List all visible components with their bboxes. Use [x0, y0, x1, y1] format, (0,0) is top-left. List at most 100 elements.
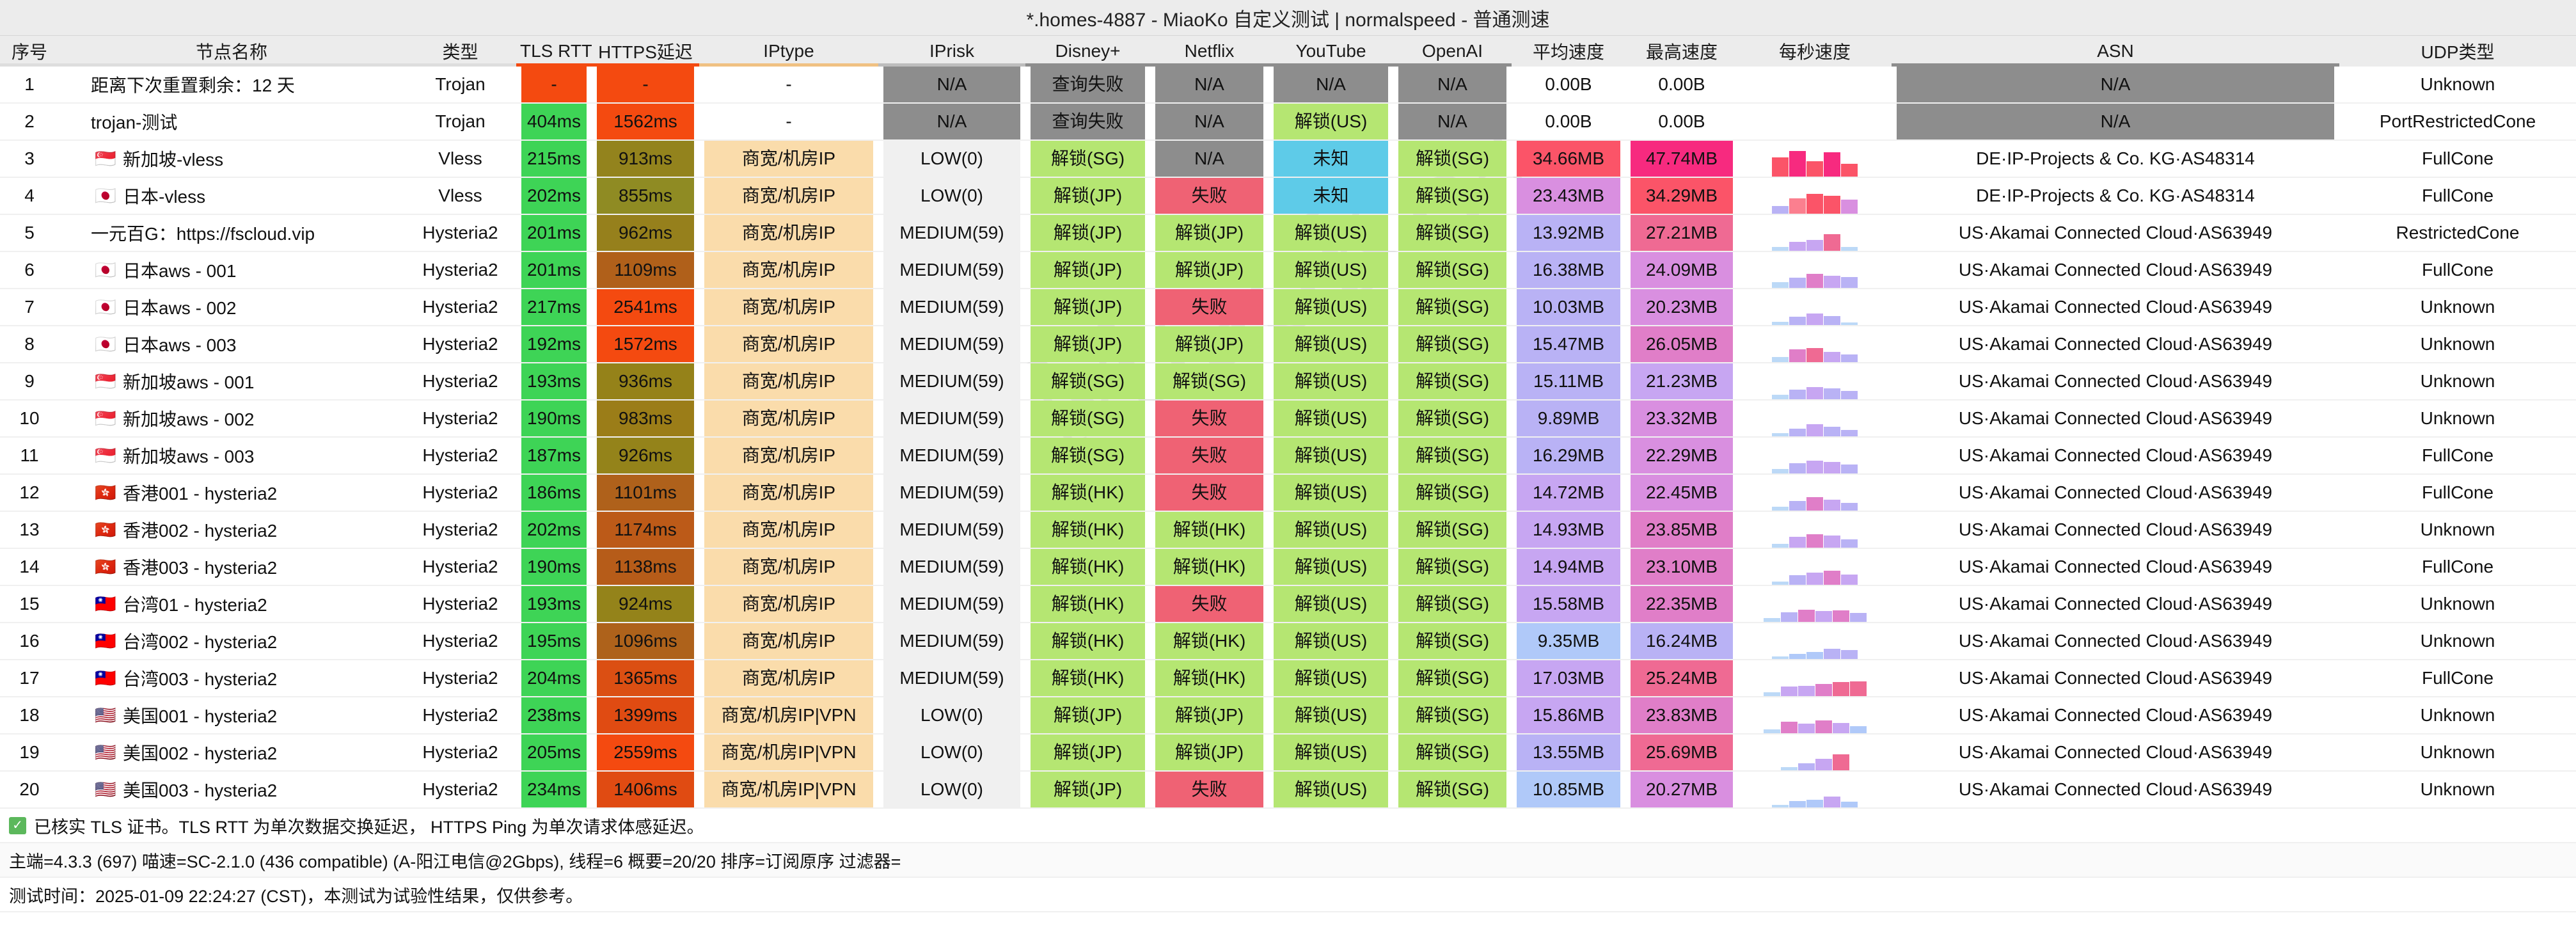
openai-status-cell-value: 解锁(SG): [1398, 326, 1506, 361]
table-row[interactable]: 13 🇭🇰 香港002 - hysteria2 Hysteria2 202ms 1174m…: [0, 511, 2576, 549]
col-header-asn[interactable]: ASN: [1892, 36, 2339, 67]
per-second-speed-sparkline: [1738, 251, 1892, 289]
node-name-label: 台湾002 - hysteria2: [123, 632, 278, 652]
tls-rtt-cell-value: 238ms: [521, 697, 587, 733]
table-row[interactable]: 20 🇺🇸 美国003 - hysteria2 Hysteria2 234ms 1406m…: [0, 771, 2576, 809]
sparkline-chart: [1743, 67, 1886, 102]
sparkline-chart: [1743, 660, 1886, 695]
col-header-name[interactable]: 节点名称: [59, 36, 404, 67]
country-flag-icon: 🇯🇵: [95, 334, 116, 354]
table-row[interactable]: 15 🇹🇼 台湾01 - hysteria2 Hysteria2 193ms 924ms 商…: [0, 585, 2576, 623]
col-header-index[interactable]: 序号: [0, 36, 59, 67]
sparkline-bar: [1806, 274, 1823, 287]
node-name-label: 日本aws - 003: [123, 335, 237, 355]
table-row[interactable]: 16 🇹🇼 台湾002 - hysteria2 Hysteria2 195ms 1096m…: [0, 623, 2576, 660]
table-row[interactable]: 4 🇯🇵 日本-vless Vless 202ms 855ms 商宽/机房IP LOW(0) 解…: [0, 177, 2576, 215]
table-row[interactable]: 1 距离下次重置剩余：12 天 Trojan - - - N/A 查询失败 N/A N/A N/A 0…: [0, 67, 2576, 104]
iprisk-cell-value: MEDIUM(59): [883, 623, 1020, 658]
per-second-speed-sparkline: [1738, 511, 1892, 549]
col-header-udp-type[interactable]: UDP类型: [2339, 36, 2576, 67]
table-row[interactable]: 2 trojan-测试 Trojan 404ms 1562ms - N/A 查询失败 N/A 解锁…: [0, 103, 2576, 141]
table-row[interactable]: 5 一元百G：https://fscloud.vip Hysteria2 201ms 9…: [0, 214, 2576, 252]
openai-status-cell-value: 解锁(SG): [1398, 623, 1506, 658]
table-row[interactable]: 14 🇭🇰 香港003 - hysteria2 Hysteria2 190ms 1138m…: [0, 548, 2576, 586]
tls-rtt-cell: 201ms: [516, 214, 592, 252]
https-delay-cell: 1562ms: [592, 103, 699, 141]
table-row[interactable]: 7 🇯🇵 日本aws - 002 Hysteria2 217ms 2541ms 商宽/机房I…: [0, 289, 2576, 326]
table-row[interactable]: 18 🇺🇸 美国001 - hysteria2 Hysteria2 238ms 1399m…: [0, 697, 2576, 734]
https-delay-cell-value: 936ms: [597, 363, 694, 399]
table-row[interactable]: 8 🇯🇵 日本aws - 003 Hysteria2 192ms 1572ms 商宽/机房I…: [0, 326, 2576, 363]
col-header-iprisk[interactable]: IPrisk: [878, 36, 1025, 67]
node-name-cell[interactable]: 🇸🇬 新加坡aws - 001: [59, 363, 404, 401]
iptype-cell-value: 商宽/机房IP: [704, 512, 873, 547]
asn-cell-value: US·Akamai Connected Cloud·AS63949: [1897, 363, 2334, 399]
table-row[interactable]: 11 🇸🇬 新加坡aws - 003 Hysteria2 187ms 926ms 商宽/机房…: [0, 437, 2576, 475]
node-protocol-label: Hysteria2: [422, 520, 498, 539]
node-name-cell[interactable]: 🇺🇸 美国003 - hysteria2: [59, 771, 404, 809]
openai-status-cell-value: 解锁(SG): [1398, 178, 1506, 213]
col-header-openai[interactable]: OpenAI: [1393, 36, 1512, 67]
row-index-value: 12: [19, 482, 40, 502]
node-name-cell[interactable]: 🇸🇬 新加坡aws - 002: [59, 400, 404, 438]
max-speed-cell: 16.24MB: [1625, 623, 1738, 660]
col-header-youtube[interactable]: YouTube: [1268, 36, 1393, 67]
node-name-cell[interactable]: 🇺🇸 美国001 - hysteria2: [59, 697, 404, 734]
table-row[interactable]: 6 🇯🇵 日本aws - 001 Hysteria2 201ms 1109ms 商宽/机房I…: [0, 251, 2576, 289]
sparkline-chart: [1743, 326, 1886, 361]
col-header-tls-rtt[interactable]: TLS RTT: [516, 36, 592, 67]
col-header-iptype[interactable]: IPtype: [699, 36, 878, 67]
iptype-cell: 商宽/机房IP: [699, 177, 878, 215]
node-name-cell[interactable]: 🇭🇰 香港001 - hysteria2: [59, 474, 404, 512]
node-name-cell[interactable]: 🇯🇵 日本aws - 003: [59, 326, 404, 363]
tls-rtt-cell: 238ms: [516, 697, 592, 734]
sparkline-bar: [1849, 681, 1867, 695]
node-name-cell[interactable]: 一元百G：https://fscloud.vip: [59, 214, 404, 252]
node-name-cell[interactable]: 🇯🇵 日本-vless: [59, 177, 404, 215]
iptype-cell: 商宽/机房IP|VPN: [699, 697, 878, 734]
col-header-https[interactable]: HTTPS延迟: [592, 36, 699, 67]
sparkline-bar: [1806, 497, 1823, 510]
col-header-avg-speed[interactable]: 平均速度: [1512, 36, 1625, 67]
node-name-cell[interactable]: 🇭🇰 香港003 - hysteria2: [59, 548, 404, 586]
iptype-cell: 商宽/机房IP: [699, 363, 878, 401]
node-name-cell[interactable]: 🇺🇸 美国002 - hysteria2: [59, 734, 404, 772]
sparkline-bar: [1789, 537, 1806, 547]
table-row[interactable]: 9 🇸🇬 新加坡aws - 001 Hysteria2 193ms 936ms 商宽/机房I…: [0, 363, 2576, 401]
node-name-cell[interactable]: 距离下次重置剩余：12 天: [59, 67, 404, 104]
max-speed-cell-value: 23.10MB: [1631, 549, 1733, 584]
https-delay-cell: 983ms: [592, 400, 699, 438]
row-index: 16: [0, 623, 59, 660]
table-row[interactable]: 12 🇭🇰 香港001 - hysteria2 Hysteria2 186ms 1101m…: [0, 474, 2576, 512]
table-row[interactable]: 10 🇸🇬 新加坡aws - 002 Hysteria2 190ms 983ms 商宽/机房…: [0, 400, 2576, 438]
col-header-per-second-speed[interactable]: 每秒速度: [1738, 36, 1892, 67]
node-name-cell[interactable]: trojan-测试: [59, 103, 404, 141]
disney-plus-status-cell-value: 查询失败: [1031, 104, 1145, 139]
node-name-cell[interactable]: 🇯🇵 日本aws - 001: [59, 251, 404, 289]
netflix-status-cell-value: 解锁(HK): [1155, 660, 1263, 695]
average-speed-cell-value: 15.58MB: [1517, 586, 1620, 621]
table-row[interactable]: 19 🇺🇸 美国002 - hysteria2 Hysteria2 205ms 2559m…: [0, 734, 2576, 772]
asn-cell-value: DE·IP-Projects & Co. KG·AS48314: [1897, 141, 2334, 176]
table-row[interactable]: 3 🇸🇬 新加坡-vless Vless 215ms 913ms 商宽/机房IP LOW(0)…: [0, 140, 2576, 178]
average-speed-cell-value: 10.85MB: [1517, 772, 1620, 807]
node-name-cell[interactable]: 🇸🇬 新加坡-vless: [59, 140, 404, 178]
node-name-cell[interactable]: 🇭🇰 香港002 - hysteria2: [59, 511, 404, 549]
disney-plus-status-cell: 解锁(HK): [1025, 474, 1150, 512]
iptype-cell-value: -: [704, 67, 873, 102]
col-header-disney[interactable]: Disney+: [1025, 36, 1150, 67]
youtube-status-cell-value: 解锁(US): [1274, 734, 1388, 770]
node-name-cell[interactable]: 🇹🇼 台湾002 - hysteria2: [59, 623, 404, 660]
node-name-cell[interactable]: 🇹🇼 台湾01 - hysteria2: [59, 585, 404, 623]
max-speed-cell: 47.74MB: [1625, 140, 1738, 178]
table-row[interactable]: 17 🇹🇼 台湾003 - hysteria2 Hysteria2 204ms 1365m…: [0, 660, 2576, 697]
col-header-max-speed[interactable]: 最高速度: [1625, 36, 1738, 67]
node-name-cell[interactable]: 🇯🇵 日本aws - 002: [59, 289, 404, 326]
netflix-status-cell-value: 失败: [1155, 438, 1263, 473]
col-header-type[interactable]: 类型: [404, 36, 516, 67]
node-name-cell[interactable]: 🇹🇼 台湾003 - hysteria2: [59, 660, 404, 697]
iprisk-cell: MEDIUM(59): [878, 289, 1025, 326]
col-header-netflix[interactable]: Netflix: [1150, 36, 1268, 67]
node-name-cell[interactable]: 🇸🇬 新加坡aws - 003: [59, 437, 404, 475]
disney-plus-status-cell: 解锁(SG): [1025, 140, 1150, 178]
